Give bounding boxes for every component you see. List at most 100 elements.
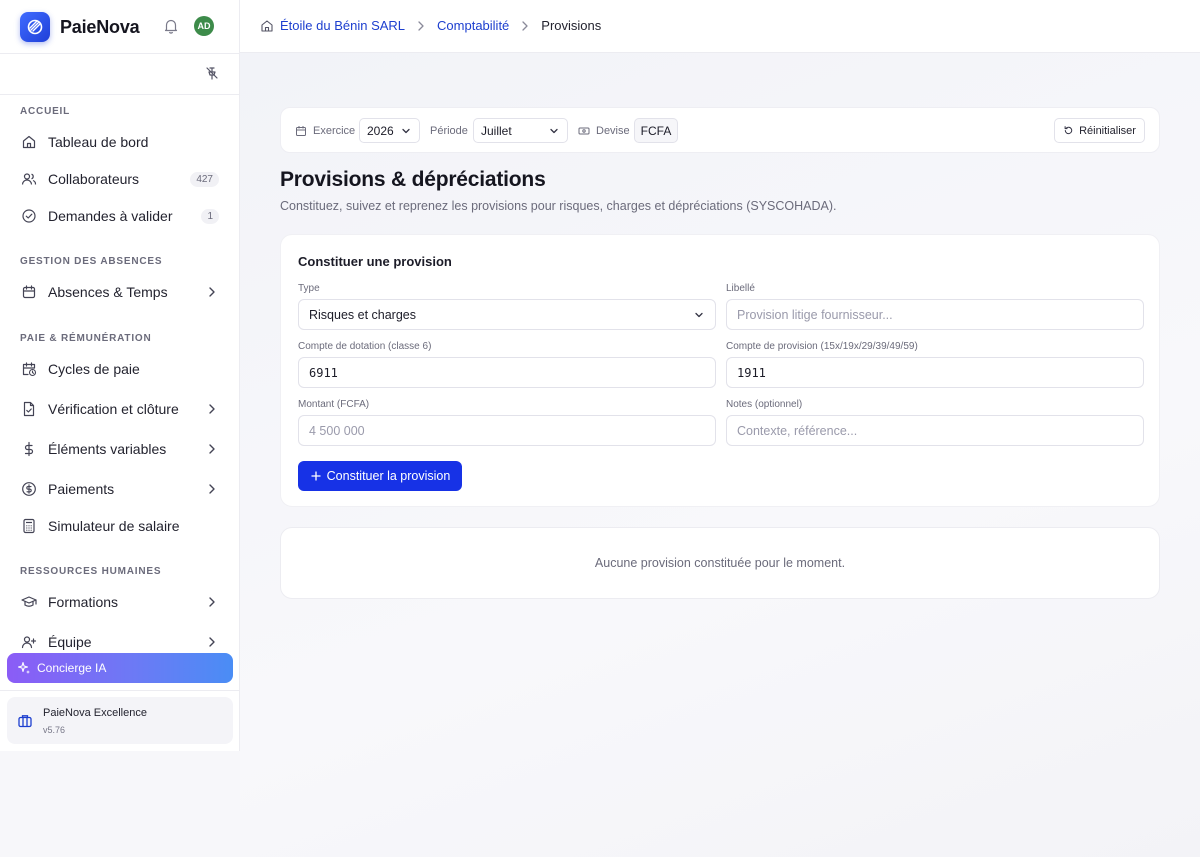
sidebar-item-label: Cycles de paie — [48, 361, 140, 377]
users-icon — [20, 170, 38, 188]
calendar-icon — [296, 126, 306, 136]
bell-icon[interactable] — [162, 17, 180, 35]
file-check-icon — [20, 400, 38, 418]
periode-value: Juillet — [481, 123, 512, 138]
type-label: Type — [298, 283, 320, 294]
sidebar-item-demandes[interactable]: Demandes à valider 1 — [20, 202, 219, 230]
type-select[interactable]: Risques et charges — [298, 299, 716, 330]
sidebar-item-label: Paiements — [48, 481, 115, 497]
home-icon — [20, 133, 38, 151]
divider — [0, 690, 239, 691]
sidebar-item-label: Tableau de bord — [48, 134, 149, 150]
breadcrumb: Étoile du Bénin SARL Comptabilité Provis… — [260, 18, 601, 33]
sparkles-icon — [17, 661, 30, 674]
graduation-cap-icon — [20, 593, 38, 611]
section-title-accueil: ACCUEIL — [20, 106, 71, 117]
briefcase-icon — [18, 714, 32, 727]
periode-select[interactable]: Juillet — [473, 118, 568, 143]
periode-label: Période — [430, 125, 468, 137]
brand[interactable]: PaieNova — [20, 12, 140, 42]
sidebar-item-tableau-de-bord[interactable]: Tableau de bord — [20, 128, 219, 156]
main-content: Exercice 2026 Période Juillet Devise FCF… — [240, 53, 1200, 857]
breadcrumb-section[interactable]: Comptabilité — [437, 18, 509, 33]
avatar[interactable]: AD — [194, 16, 214, 36]
notes-input[interactable]: Contexte, référence... — [726, 415, 1144, 446]
sidebar-item-label: Simulateur de salaire — [48, 518, 180, 534]
sidebar-item-label: Absences & Temps — [48, 284, 168, 300]
chevron-down-icon — [550, 128, 558, 134]
type-value: Risques et charges — [309, 307, 417, 322]
sidebar-item-paiements[interactable]: Paiements — [20, 475, 219, 503]
refresh-icon — [1064, 126, 1073, 135]
coin-icon — [20, 480, 38, 498]
breadcrumb-company[interactable]: Étoile du Bénin SARL — [280, 18, 405, 33]
provision-account-input[interactable]: 1911 — [726, 357, 1144, 388]
periode-label-text: Période — [430, 125, 468, 137]
pin-off-icon[interactable] — [204, 65, 220, 81]
chevron-right-icon — [209, 444, 215, 454]
form-title: Constituer une provision — [298, 254, 452, 269]
reset-label: Réinitialiser — [1079, 124, 1136, 137]
sidebar-item-verification[interactable]: Vérification et clôture — [20, 395, 219, 423]
plan-card[interactable]: PaieNova Excellence v5.76 — [7, 697, 233, 744]
sidebar-item-simulateur[interactable]: Simulateur de salaire — [20, 512, 219, 540]
exercice-label-text: Exercice — [313, 125, 356, 137]
devise-label: Devise — [578, 125, 630, 137]
submit-label: Constituer la provision — [326, 469, 451, 483]
sidebar-item-label: Collaborateurs — [48, 171, 140, 187]
sidebar-item-collaborateurs[interactable]: Collaborateurs 427 — [20, 165, 219, 193]
devise-chip: FCFA — [634, 118, 678, 143]
empty-state: Aucune provision constituée pour le mome… — [280, 527, 1160, 599]
calendar-icon — [20, 283, 38, 301]
user-plus-icon — [20, 633, 38, 650]
calculator-icon — [20, 517, 38, 535]
sidebar-item-label: Éléments variables — [48, 441, 167, 457]
home-icon[interactable] — [260, 19, 274, 33]
montant-input[interactable]: 4 500 000 — [298, 415, 716, 446]
concierge-ia-button[interactable]: Concierge IA — [7, 653, 233, 683]
devise-label-text: Devise — [596, 125, 630, 137]
sidebar-item-elements-variables[interactable]: Éléments variables — [20, 435, 219, 463]
section-title-rh: RESSOURCES HUMAINES — [20, 566, 162, 577]
brand-name: PaieNova — [60, 16, 140, 37]
sidebar-item-label: Équipe — [48, 634, 92, 650]
sidebar-item-equipe[interactable]: Équipe — [20, 628, 219, 650]
count-badge: 1 — [201, 208, 219, 224]
constituer-provision-button[interactable]: Constituer la provision — [298, 461, 462, 491]
chevron-right-icon — [522, 20, 528, 31]
check-circle-icon — [20, 207, 38, 225]
sidebar-item-label: Formations — [48, 594, 119, 610]
chevron-right-icon — [209, 404, 215, 414]
sidebar-item-absences[interactable]: Absences & Temps — [20, 278, 219, 306]
divider — [0, 53, 239, 54]
page-title: Provisions & dépréciations — [280, 168, 546, 191]
section-title-paie: PAIE & RÉMUNÉRATION — [20, 333, 152, 344]
exercice-value: 2026 — [367, 123, 394, 138]
chevron-right-icon — [209, 597, 215, 607]
sidebar-item-label: Demandes à valider — [48, 208, 173, 224]
page-subtitle: Constituez, suivez et reprenez les provi… — [280, 199, 837, 213]
sidebar-item-cycles[interactable]: Cycles de paie — [20, 355, 219, 383]
notes-label: Notes (optionnel) — [726, 399, 803, 410]
filter-bar: Exercice 2026 Période Juillet Devise FCF… — [280, 107, 1160, 153]
sidebar: PaieNova AD ACCUEIL Tableau de bord Coll… — [0, 0, 240, 751]
provision-form-card: Constituer une provision Type Risques et… — [280, 234, 1160, 507]
exercice-select[interactable]: 2026 — [359, 118, 420, 143]
libelle-label: Libellé — [726, 283, 755, 294]
section-title-absences: GESTION DES ABSENCES — [20, 256, 163, 267]
plan-name: PaieNova Excellence — [43, 706, 147, 719]
montant-label: Montant (FCFA) — [298, 399, 370, 410]
chevron-right-icon — [209, 484, 215, 494]
concierge-label: Concierge IA — [37, 661, 107, 675]
dotation-label: Compte de dotation (classe 6) — [298, 341, 432, 352]
exercice-label: Exercice — [295, 125, 355, 137]
dotation-account-input[interactable]: 6911 — [298, 357, 716, 388]
chevron-right-icon — [209, 637, 215, 647]
libelle-input[interactable]: Provision litige fournisseur... — [726, 299, 1144, 330]
plan-version: v5.76 — [43, 724, 66, 735]
topbar: Étoile du Bénin SARL Comptabilité Provis… — [240, 0, 1200, 53]
sidebar-item-formations[interactable]: Formations — [20, 588, 219, 616]
reset-button[interactable]: Réinitialiser — [1054, 118, 1145, 143]
calendar-clock-icon — [20, 360, 38, 378]
banknote-icon — [578, 127, 590, 135]
